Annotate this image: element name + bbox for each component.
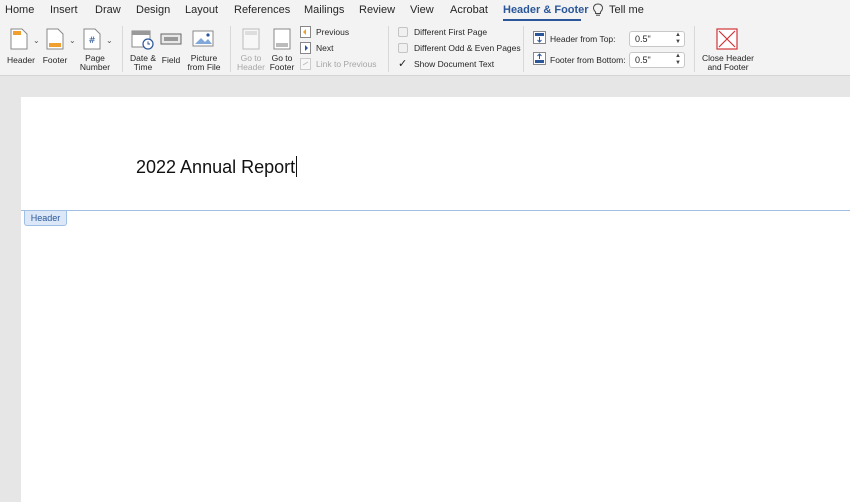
picture-icon [192,30,214,47]
header-boundary-line [21,210,850,211]
spin-arrows[interactable]: ▲ ▼ [675,32,681,46]
footer-from-bottom-label: Footer from Bottom: [550,55,626,65]
link-icon [300,58,311,70]
tab-tell-me[interactable]: Tell me [609,4,644,16]
header-button[interactable]: ⌄ Header [4,26,40,74]
field-icon [160,33,182,45]
tab-home[interactable]: Home [5,4,34,16]
spin-arrows[interactable]: ▲ ▼ [675,53,681,67]
ribbon-separator [230,26,231,72]
date-time-button[interactable]: Date & Time [128,26,158,74]
go-to-footer-button[interactable]: Go to Footer [267,26,297,74]
tab-references[interactable]: References [234,4,290,16]
ribbon-separator [122,26,123,72]
field-button[interactable]: Field [159,26,183,74]
different-first-page-checkbox[interactable] [398,27,408,37]
go-to-header-icon [242,28,260,50]
footer-from-bottom-input[interactable]: 0.5" ▲ ▼ [629,52,685,68]
ribbon-separator [523,26,524,72]
header-position-icon [533,31,546,44]
header-icon [10,28,28,50]
lightbulb-icon [592,3,604,16]
svg-text:#: # [88,36,96,46]
ribbon-tabs: Home Insert Draw Design Layout Reference… [0,0,850,22]
chevron-down-icon: ⌄ [69,36,76,45]
active-tab-underline [503,19,581,21]
footer-icon [46,28,64,50]
footer-button[interactable]: ⌄ Footer [42,26,76,74]
chevron-down-icon: ⌄ [33,36,40,45]
go-to-header-button[interactable]: Go to Header [236,26,266,74]
calendar-clock-icon [131,30,154,50]
header-tag: Header [24,211,67,226]
different-odd-even-checkbox[interactable] [398,43,408,53]
tab-header-footer[interactable]: Header & Footer [503,4,589,16]
header-content[interactable]: 2022 Annual Report [136,156,298,178]
document-workspace: 2022 Annual Report Header [0,77,850,502]
ribbon-separator [388,26,389,72]
header-from-top-input[interactable]: 0.5" ▲ ▼ [629,31,685,47]
tab-view[interactable]: View [410,4,434,16]
show-document-text-checkbox[interactable]: ✓ [398,59,408,70]
tab-insert[interactable]: Insert [50,4,78,16]
ribbon: ⌄ Header ⌄ Footer # ⌄ Page Number Date &… [0,22,850,76]
previous-section-icon [300,26,311,38]
page-number-icon: # [83,28,101,50]
tab-draw[interactable]: Draw [95,4,121,16]
document-page[interactable]: 2022 Annual Report Header [21,97,850,502]
picture-from-file-button[interactable]: Picture from File [186,26,222,74]
tab-review[interactable]: Review [359,4,395,16]
close-header-footer-button[interactable]: Close Header and Footer [700,26,756,74]
close-icon [716,28,738,50]
text-cursor [296,156,298,177]
tab-layout[interactable]: Layout [185,4,218,16]
header-from-top-label: Header from Top: [550,34,616,44]
chevron-down-icon: ⌄ [106,36,113,45]
page-number-button[interactable]: # ⌄ Page Number [78,26,114,74]
next-section-icon [300,42,311,54]
tab-mailings[interactable]: Mailings [304,4,344,16]
ribbon-separator [694,26,695,72]
tab-design[interactable]: Design [136,4,170,16]
go-to-footer-icon [273,28,291,50]
footer-position-icon [533,52,546,65]
tab-acrobat[interactable]: Acrobat [450,4,488,16]
